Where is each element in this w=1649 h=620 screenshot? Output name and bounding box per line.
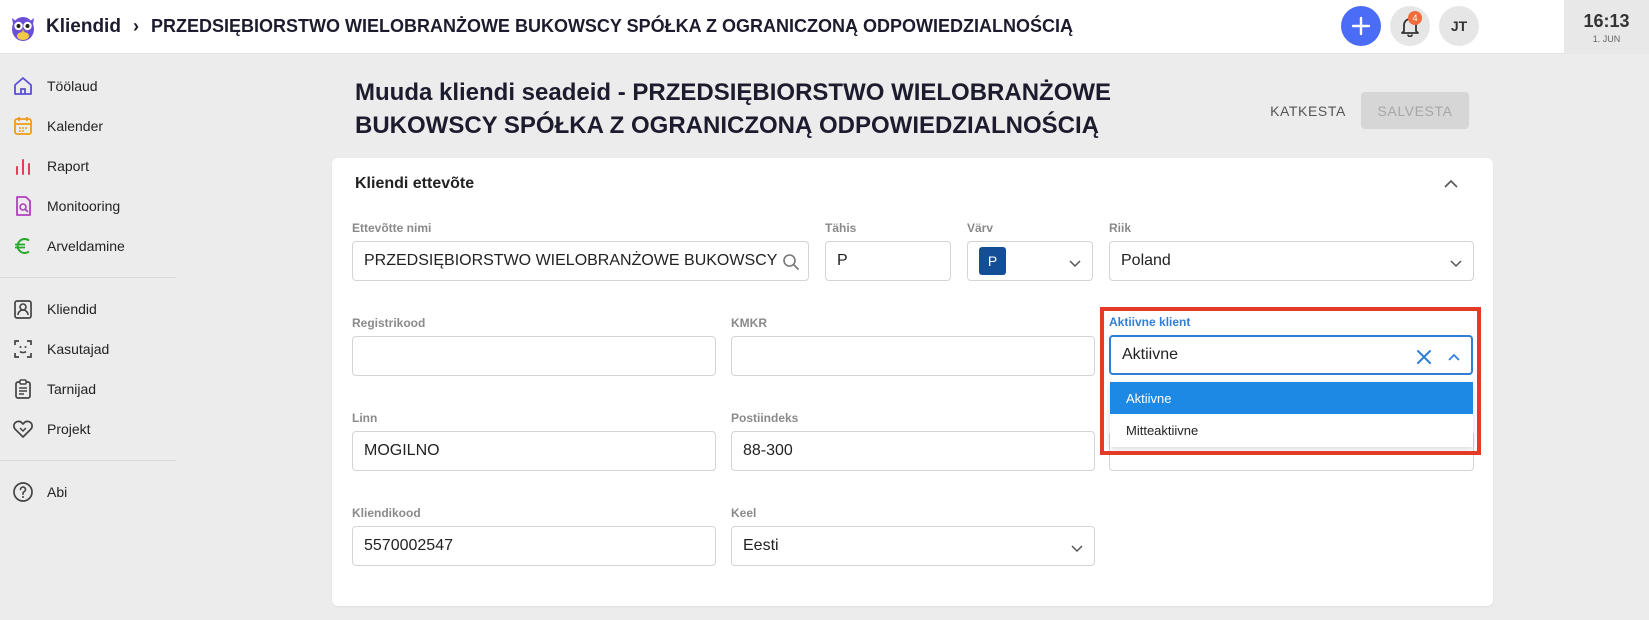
face-scan-icon (14, 340, 32, 358)
sidebar-item-kliendid[interactable]: Kliendid (0, 289, 178, 329)
varv-field: Värv P (967, 221, 1093, 281)
sidebar-divider (0, 277, 176, 278)
chevron-down-icon (1450, 260, 1462, 268)
card-title: Kliendi ettevõte (355, 175, 475, 192)
linn-input[interactable]: MOGILNO (352, 431, 716, 471)
sidebar-item-label: Kliendid (47, 301, 97, 317)
add-button[interactable] (1341, 6, 1381, 46)
linn-label: Linn (352, 411, 378, 425)
postiindeks-field: Postiindeks 88-300 (731, 411, 1095, 471)
breadcrumb-root[interactable]: Kliendid (46, 16, 121, 38)
varv-select[interactable]: P (967, 241, 1093, 281)
sidebar-item-kalender[interactable]: Kalender (0, 106, 178, 146)
kliendikood-value: 5570002547 (364, 537, 453, 554)
kmkr-field: KMKR (731, 316, 1095, 376)
kmkr-input[interactable] (731, 336, 1095, 376)
chevron-up-icon[interactable] (1443, 176, 1459, 192)
home-icon (14, 77, 32, 95)
kmkr-label: KMKR (731, 316, 767, 330)
sidebar-item-label: Töölaud (47, 78, 98, 94)
handshake-icon (13, 420, 33, 438)
linn-value: MOGILNO (364, 442, 440, 459)
highlight-box (1100, 307, 1481, 455)
chevron-down-icon (1071, 545, 1083, 553)
notification-count-badge: 4 (1408, 11, 1422, 25)
riik-label: Riik (1109, 221, 1132, 235)
tahis-label: Tähis (825, 221, 857, 235)
cancel-button[interactable]: KATKESTA (1262, 94, 1354, 128)
kliendikood-input[interactable]: 5570002547 (352, 526, 716, 566)
sidebar-item-label: Kasutajad (47, 341, 110, 357)
breadcrumb-current: PRZEDSIĘBIORSTWO WIELOBRANŻOWE BUKOWSCY … (150, 16, 1073, 36)
sidebar-item-label: Projekt (47, 421, 91, 437)
sidebar-item-label: Raport (47, 158, 90, 174)
registrikood-label: Registrikood (352, 316, 426, 330)
sidebar-item-monitooring[interactable]: Monitooring (0, 186, 178, 226)
sidebar-item-kasutajad[interactable]: Kasutajad (0, 329, 178, 369)
save-button[interactable]: SALVESTA (1361, 92, 1469, 129)
varv-label: Värv (967, 221, 994, 235)
chevron-down-icon (1069, 260, 1081, 268)
kliendikood-label: Kliendikood (352, 506, 421, 520)
sidebar-item-label: Arveldamine (47, 238, 125, 254)
company-name-label: Ettevõtte nimi (352, 221, 432, 235)
euro-icon (15, 238, 30, 254)
postiindeks-input[interactable]: 88-300 (731, 431, 1095, 471)
riik-field: Riik Poland (1109, 221, 1474, 281)
color-chip: P (979, 247, 1006, 275)
sidebar-item-projekt[interactable]: Projekt (0, 409, 178, 449)
postiindeks-label: Postiindeks (731, 411, 799, 425)
keel-label: Keel (731, 506, 757, 520)
company-name-field: Ettevõtte nimi PRZEDSIĘBIORSTWO WIELOBRA… (352, 221, 809, 281)
sidebar-item-toolaud[interactable]: Töölaud (0, 66, 178, 106)
calendar-icon (14, 117, 32, 135)
top-bar: Kliendid › PRZEDSIĘBIORSTWO WIELOBRANŻOW… (0, 0, 1649, 54)
sidebar-item-tarnijad[interactable]: Tarnijad (0, 369, 178, 409)
riik-select[interactable]: Poland (1109, 241, 1474, 281)
company-name-value: PRZEDSIĘBIORSTWO WIELOBRANŻOWE BUKOWSCY (364, 252, 778, 269)
clock-date: 1. JUN (1592, 33, 1621, 44)
page-title: Muuda kliendi seadeid - PRZEDSIĘBIORSTWO… (355, 76, 1175, 142)
page-title-line1: Muuda kliendi seadeid - PRZEDSIĘBIORSTWO… (355, 79, 1112, 106)
linn-field: Linn MOGILNO (352, 411, 716, 471)
registrikood-field: Registrikood (352, 316, 716, 376)
sidebar-item-label: Kalender (47, 118, 104, 134)
page-title-line2: BUKOWSCY SPÓŁKA Z OGRANICZONĄ ODPOWIEDZI… (355, 112, 1099, 139)
clock-time: 16:13 (1583, 10, 1630, 31)
sidebar-divider (0, 460, 176, 461)
sidebar-item-raport[interactable]: Raport (0, 146, 178, 186)
sidebar: Töölaud Kalender Raport Monitooring Arve… (0, 54, 178, 620)
postiindeks-value: 88-300 (743, 442, 793, 459)
sidebar-item-abi[interactable]: Abi (0, 472, 178, 512)
registrikood-input[interactable] (352, 336, 716, 376)
owl-logo-icon[interactable] (10, 12, 36, 42)
riik-value: Poland (1121, 252, 1171, 269)
notifications-button[interactable]: 4 (1390, 6, 1430, 46)
clipboard-icon (15, 379, 31, 399)
sidebar-item-label: Tarnijad (47, 381, 97, 397)
search-icon[interactable] (782, 253, 800, 271)
sidebar-item-label: Abi (47, 484, 68, 500)
top-actions: 4 JT (1341, 6, 1479, 46)
tahis-input[interactable]: P (825, 241, 951, 281)
breadcrumb-separator: › (132, 16, 139, 36)
plus-icon (1351, 16, 1371, 36)
company-name-input[interactable]: PRZEDSIĘBIORSTWO WIELOBRANŻOWE BUKOWSCY (352, 241, 809, 281)
tahis-value: P (837, 252, 848, 269)
client-badge-icon (14, 300, 32, 319)
tahis-field: Tähis P (825, 221, 951, 281)
kliendikood-field: Kliendikood 5570002547 (352, 506, 716, 566)
sidebar-item-label: Monitooring (47, 198, 121, 214)
bar-chart-icon (16, 159, 30, 175)
keel-value: Eesti (743, 537, 779, 554)
keel-field: Keel Eesti (731, 506, 1095, 566)
help-icon (13, 482, 33, 502)
keel-select[interactable]: Eesti (731, 526, 1095, 566)
clock: 16:13 1. JUN (1564, 0, 1649, 54)
monitor-doc-icon (16, 196, 31, 216)
sidebar-item-arveldamine[interactable]: Arveldamine (0, 226, 178, 266)
avatar[interactable]: JT (1439, 6, 1479, 46)
